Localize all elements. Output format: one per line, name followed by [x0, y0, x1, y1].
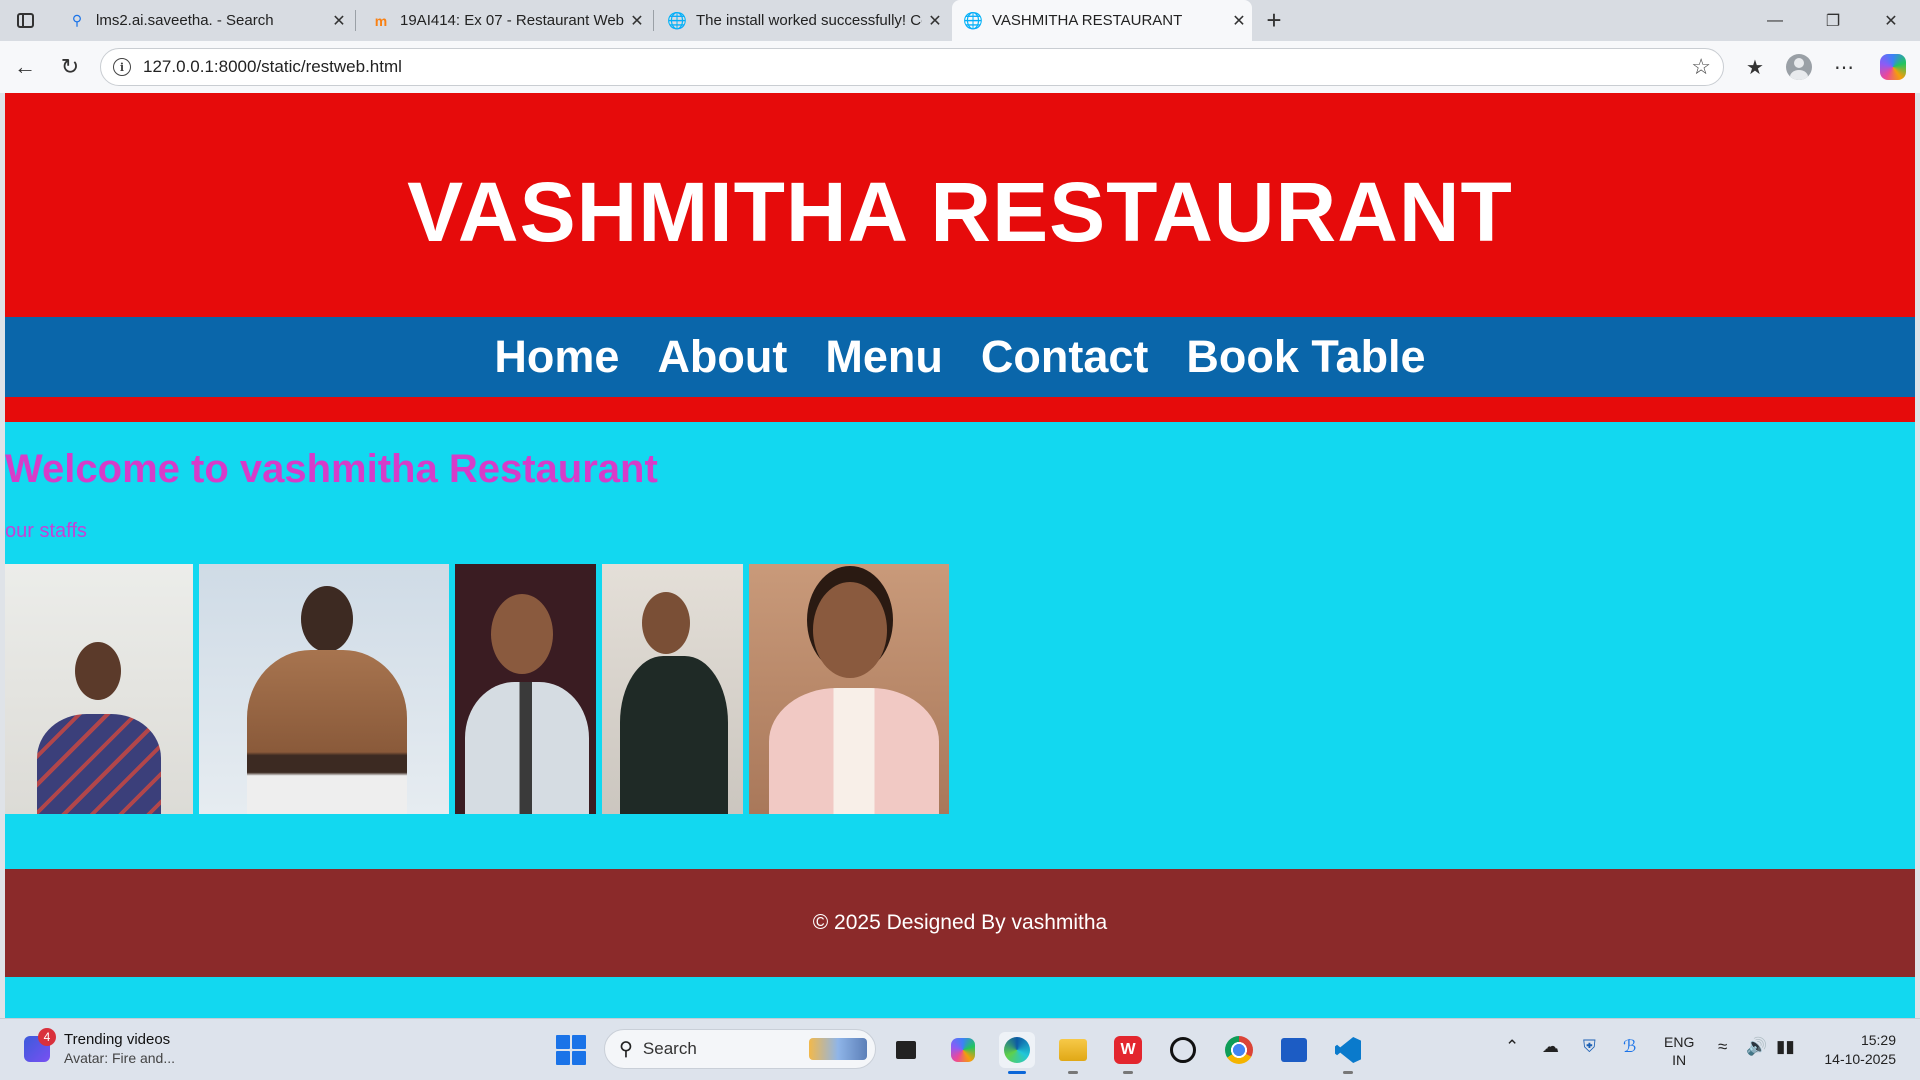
site-title: VASHMITHA RESTAURANT: [407, 164, 1513, 259]
search-favicon-icon: ⚲: [71, 12, 83, 28]
show-hidden-icons-chevron-icon[interactable]: ⌃: [1505, 1037, 1519, 1057]
restore-button[interactable]: ❐: [1804, 0, 1862, 41]
battery-icon[interactable]: ▮▮: [1776, 1037, 1795, 1057]
widget-video-icon: 4: [24, 1027, 56, 1062]
tab-title: lms2.ai.saveetha. - Search: [96, 12, 274, 29]
tab-django-install[interactable]: 🌐 The install worked successfully! Co ✕: [656, 0, 948, 41]
browser-toolbar: ← ↻ i 127.0.0.1:8000/static/restweb.html…: [0, 41, 1920, 93]
region-code: IN: [1672, 1052, 1687, 1068]
microsoft-store-icon[interactable]: [1276, 1032, 1312, 1068]
moodle-favicon-icon: m: [374, 12, 388, 29]
favorites-button[interactable]: ★: [1738, 51, 1772, 83]
close-window-button[interactable]: ✕: [1862, 0, 1920, 41]
taskbar-search[interactable]: ⚲ Search: [604, 1029, 876, 1069]
staff-label: our staffs: [5, 520, 87, 542]
tab-actions-button[interactable]: [10, 6, 40, 34]
copilot-button[interactable]: [1876, 51, 1910, 83]
tab-title: 19AI414: Ex 07 - Restaurant Webs: [400, 12, 624, 29]
more-icon: ⋯: [1834, 56, 1854, 79]
reload-button[interactable]: ↻: [54, 51, 86, 83]
widget-title: Trending videos: [64, 1031, 171, 1048]
site-header: VASHMITHA RESTAURANT: [5, 93, 1915, 317]
browser-tab-strip: ⚲ lms2.ai.saveetha. - Search ✕ m 19AI414…: [0, 0, 1920, 41]
tab-title: The install worked successfully! Co: [696, 12, 922, 29]
avatar: [1786, 54, 1812, 80]
nav-link-about[interactable]: About: [657, 331, 787, 383]
task-view-icon[interactable]: [888, 1032, 924, 1068]
staff-photo: [749, 564, 949, 814]
nav-link-home[interactable]: Home: [494, 331, 619, 383]
start-button[interactable]: [556, 1035, 586, 1065]
tab-restaurant[interactable]: 🌐 VASHMITHA RESTAURANT ✕: [952, 0, 1252, 41]
nav-link-contact[interactable]: Contact: [981, 331, 1149, 383]
wps-office-icon[interactable]: W: [1110, 1032, 1146, 1074]
site-footer: © 2025 Designed By vashmitha: [5, 869, 1915, 977]
staff-photo: [602, 564, 743, 814]
globe-favicon-icon: 🌐: [667, 12, 687, 30]
globe-favicon-icon: 🌐: [963, 12, 983, 30]
page-viewport: VASHMITHA RESTAURANT Home About Menu Con…: [5, 93, 1915, 1018]
file-explorer-icon[interactable]: [1055, 1032, 1091, 1074]
close-tab-icon[interactable]: ✕: [326, 11, 352, 31]
favorites-icon: ★: [1746, 56, 1764, 79]
taskbar-search-label: Search: [642, 1039, 697, 1058]
windows-taskbar: 4 Trending videos Avatar: Fire and... ⚲ …: [0, 1018, 1920, 1080]
header-divider: [5, 397, 1915, 422]
staff-photo: [5, 564, 193, 814]
onedrive-icon[interactable]: ☁: [1542, 1037, 1559, 1057]
windows-logo-icon: [556, 1035, 570, 1049]
new-tab-button[interactable]: +: [1258, 4, 1290, 36]
tab-exercise[interactable]: m 19AI414: Ex 07 - Restaurant Webs ✕: [360, 0, 650, 41]
widget-subtitle: Avatar: Fire and...: [64, 1050, 176, 1066]
notification-badge: 4: [38, 1027, 56, 1046]
copilot-app-icon[interactable]: [945, 1032, 981, 1068]
security-shield-icon[interactable]: ⛨: [1583, 1037, 1596, 1057]
tab-actions-icon: [16, 12, 34, 28]
address-url: 127.0.0.1:8000/static/restweb.html: [143, 57, 402, 76]
tab-divider: [355, 10, 356, 31]
widgets-button[interactable]: 4 Trending videos Avatar: Fire and...: [24, 1027, 176, 1066]
address-bar[interactable]: i 127.0.0.1:8000/static/restweb.html ☆: [100, 48, 1724, 86]
search-icon: ⚲: [619, 1038, 633, 1060]
staff-photo: [455, 564, 596, 814]
tab-search[interactable]: ⚲ lms2.ai.saveetha. - Search ✕: [56, 0, 352, 41]
settings-more-button[interactable]: ⋯: [1827, 51, 1861, 83]
site-nav: Home About Menu Contact Book Table: [5, 317, 1915, 397]
copilot-icon: [1880, 54, 1906, 80]
language-code: ENG: [1664, 1034, 1695, 1050]
bluetooth-icon[interactable]: ℬ: [1623, 1037, 1636, 1057]
volume-icon[interactable]: 🔊: [1746, 1037, 1767, 1057]
back-button[interactable]: ←: [9, 51, 41, 83]
staff-photo-gallery: [5, 564, 949, 814]
system-clock[interactable]: 15:29 14-10-2025: [1810, 1031, 1896, 1069]
chrome-icon[interactable]: [1221, 1032, 1257, 1068]
favorite-star-icon[interactable]: ☆: [1691, 54, 1711, 80]
clock-time: 15:29: [1860, 1032, 1896, 1048]
close-tab-icon[interactable]: ✕: [624, 11, 650, 31]
welcome-heading: Welcome to vashmitha Restaurant: [5, 447, 658, 491]
wifi-icon[interactable]: ≈: [1718, 1037, 1727, 1057]
nav-link-menu[interactable]: Menu: [825, 331, 943, 383]
edge-icon[interactable]: [999, 1032, 1035, 1074]
nav-link-book-table[interactable]: Book Table: [1186, 331, 1425, 383]
language-indicator[interactable]: ENG IN: [1664, 1033, 1694, 1069]
staff-photo: [199, 564, 449, 814]
chatgpt-icon[interactable]: [1165, 1032, 1201, 1068]
close-tab-icon[interactable]: ✕: [1226, 11, 1252, 31]
clock-date: 14-10-2025: [1824, 1051, 1896, 1067]
tab-title: VASHMITHA RESTAURANT: [992, 12, 1183, 29]
tab-divider: [653, 10, 654, 31]
search-highlight-image: [809, 1038, 867, 1060]
footer-text: © 2025 Designed By vashmitha: [812, 911, 1108, 934]
profile-button[interactable]: [1782, 51, 1816, 83]
vscode-icon[interactable]: [1330, 1032, 1366, 1074]
minimize-button[interactable]: —: [1746, 0, 1804, 41]
site-info-icon[interactable]: i: [113, 58, 131, 76]
close-tab-icon[interactable]: ✕: [922, 11, 948, 31]
